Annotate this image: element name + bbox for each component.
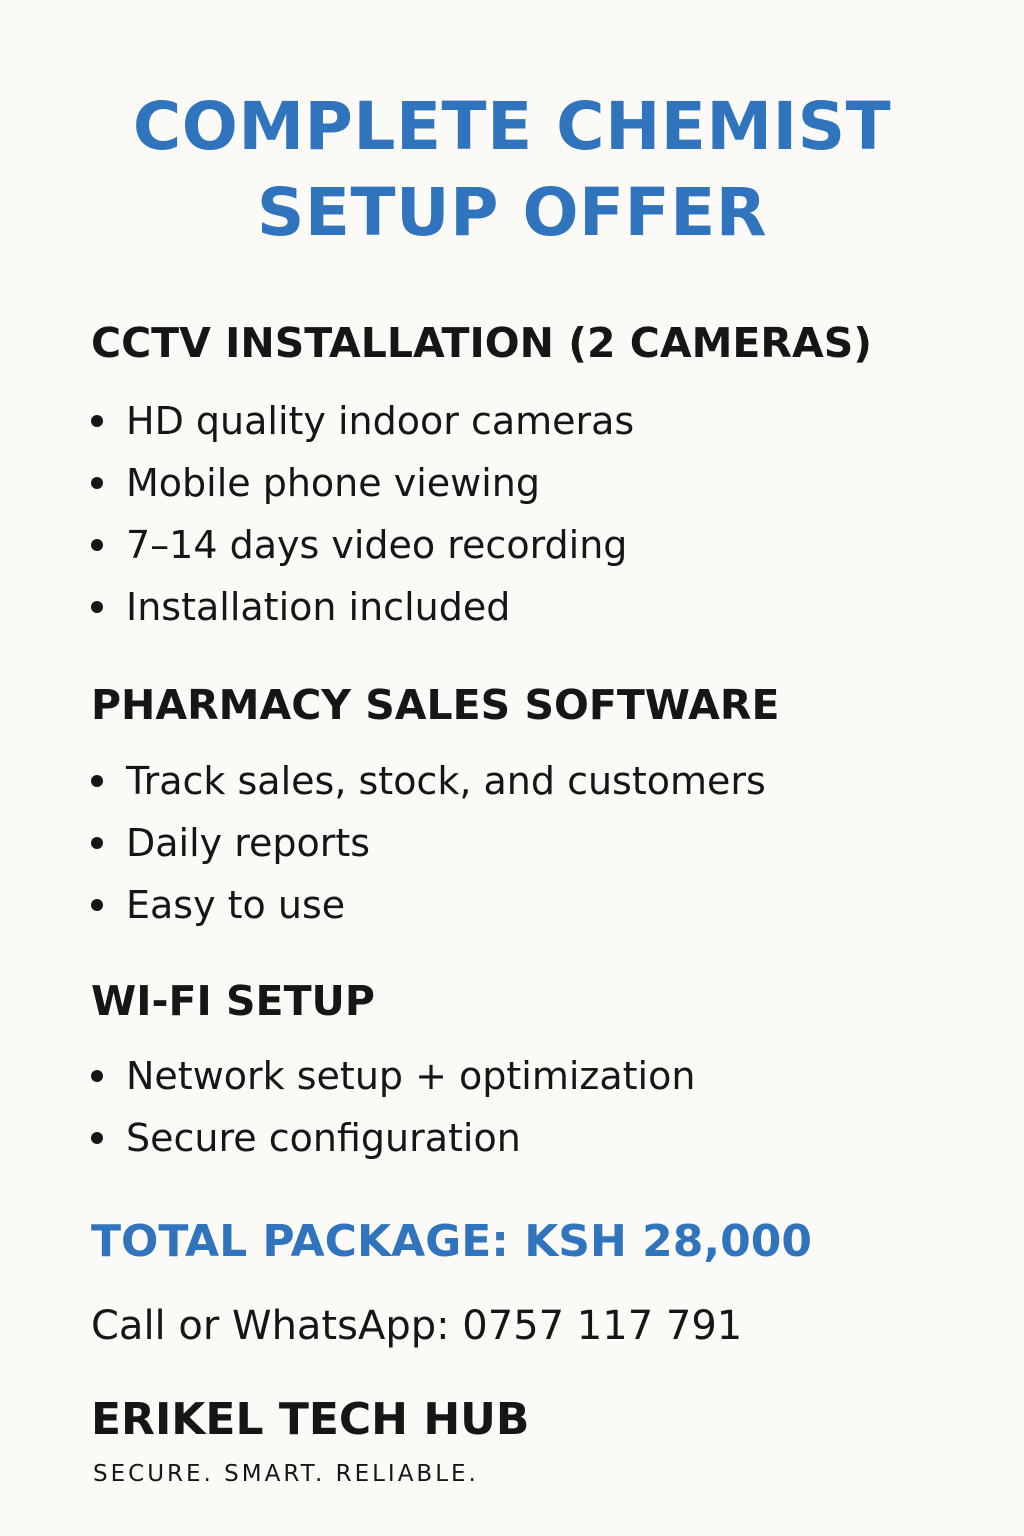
contact-phone: Call or WhatsApp: 0757 117 791	[91, 1303, 743, 1349]
list-item-label: Network setup + optimization	[126, 1054, 696, 1098]
wifi-feature-list: Network setup + optimization Secure conf…	[88, 1045, 695, 1169]
brand-tagline: SECURE. SMART. RELIABLE.	[93, 1461, 479, 1487]
bullet-icon	[91, 775, 103, 787]
bullet-icon	[91, 837, 103, 849]
list-item: Track sales, stock, and customers	[88, 750, 766, 812]
list-item-label: Installation included	[126, 585, 511, 629]
section-heading-wifi: WI-FI SETUP	[91, 977, 375, 1025]
list-item: HD quality indoor cameras	[88, 390, 634, 452]
bullet-icon	[91, 415, 103, 427]
list-item-label: 7–14 days video recording	[126, 523, 628, 567]
offer-title-line-1: COMPLETE CHEMIST	[132, 88, 892, 165]
list-item: Network setup + optimization	[88, 1045, 695, 1107]
list-item-label: Mobile phone viewing	[126, 461, 540, 505]
bullet-icon	[91, 899, 103, 911]
list-item-label: Easy to use	[126, 883, 346, 927]
list-item-label: Secure configuration	[126, 1116, 521, 1160]
list-item-label: Track sales, stock, and customers	[126, 759, 766, 803]
list-item: Daily reports	[88, 812, 766, 874]
total-package-price: TOTAL PACKAGE: KSH 28,000	[91, 1216, 812, 1267]
section-heading-cctv: CCTV INSTALLATION (2 CAMERAS)	[91, 319, 872, 367]
bullet-icon	[91, 601, 103, 613]
list-item: Easy to use	[88, 874, 766, 936]
offer-title: COMPLETE CHEMIST SETUP OFFER	[0, 84, 1024, 256]
bullet-icon	[91, 1132, 103, 1144]
list-item-label: Daily reports	[126, 821, 371, 865]
list-item: 7–14 days video recording	[88, 514, 634, 576]
section-heading-pharmacy-software: PHARMACY SALES SOFTWARE	[91, 681, 780, 729]
list-item: Installation included	[88, 576, 634, 638]
list-item-label: HD quality indoor cameras	[126, 399, 635, 443]
list-item: Secure configuration	[88, 1107, 695, 1169]
bullet-icon	[91, 1070, 103, 1082]
bullet-icon	[91, 477, 103, 489]
bullet-icon	[91, 539, 103, 551]
brand-name: ERIKEL TECH HUB	[91, 1394, 530, 1445]
list-item: Mobile phone viewing	[88, 452, 634, 514]
offer-title-line-2: SETUP OFFER	[256, 174, 768, 251]
cctv-feature-list: HD quality indoor cameras Mobile phone v…	[88, 390, 634, 638]
pharmacy-software-feature-list: Track sales, stock, and customers Daily …	[88, 750, 766, 936]
